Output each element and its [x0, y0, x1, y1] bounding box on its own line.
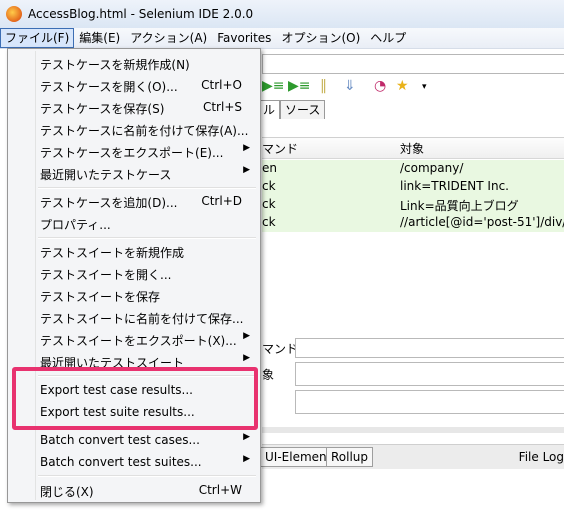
menu-item-save-testcase-as[interactable]: テストケースに名前を付けて保存(A)... [10, 118, 258, 140]
row-command: ck [262, 215, 276, 229]
menu-edit[interactable]: 編集(E) [74, 29, 125, 47]
menu-separator [38, 237, 256, 239]
window-title: AccessBlog.html - Selenium IDE 2.0.0 [28, 7, 254, 21]
menu-item-label: 閉じる(X) [40, 485, 94, 499]
firefox-icon [6, 6, 22, 22]
step-icon[interactable]: ⇓ [344, 78, 356, 94]
menu-item-label: プロパティ... [40, 218, 111, 232]
menu-item-label: テストケースを開く(O)... [40, 80, 178, 94]
menu-item-open-testcase[interactable]: テストケースを開く(O)... Ctrl+O [10, 74, 258, 96]
table-row[interactable]: ck //article[@id='post-51']/div/... [262, 214, 564, 232]
play-all-icon[interactable]: ▶≡ [262, 78, 285, 94]
file-menu: テストケースを新規作成(N) テストケースを開く(O)... Ctrl+O テス… [7, 48, 261, 503]
command-table: マンド 対象 en /company/ ck link=TRIDENT Inc.… [262, 137, 564, 330]
menu-item-export-testcase[interactable]: テストケースをエクスポート(E)... ▶ [10, 140, 258, 162]
menu-item-label: 最近開いたテストケース [40, 168, 172, 182]
target-input[interactable] [295, 362, 564, 386]
log-tabs: UI-Element Rollup File Log [260, 444, 564, 469]
splitter[interactable] [262, 427, 564, 433]
menu-item-label: テストスイートをエクスポート(X)... [40, 334, 237, 348]
star-icon[interactable]: ★ [396, 78, 409, 94]
menu-actions[interactable]: アクション(A) [125, 29, 212, 47]
menu-item-save-testsuite[interactable]: テストスイートを保存 [10, 284, 258, 306]
base-url-input[interactable] [262, 54, 564, 74]
menu-item-batch-convert-testcases[interactable]: Batch convert test cases... ▶ [10, 429, 258, 451]
menu-item-save-testcase[interactable]: テストケースを保存(S) Ctrl+S [10, 96, 258, 118]
row-command: ck [262, 179, 276, 193]
menu-item-label: テストケースを追加(D)... [40, 196, 178, 210]
toolbar: ▶≡ ▶≡ ‖ ⇓ ◔ ★ ▾ [262, 76, 564, 98]
menu-item-shortcut: Ctrl+D [201, 194, 242, 208]
menu-item-new-testcase[interactable]: テストケースを新規作成(N) [10, 52, 258, 74]
column-command[interactable]: マンド [262, 140, 298, 157]
menu-item-new-testsuite[interactable]: テストスイートを新規作成 [10, 240, 258, 262]
menu-item-label: Batch convert test suites... [40, 455, 202, 469]
submenu-arrow-icon: ▶ [243, 432, 250, 442]
row-command: ck [262, 197, 276, 211]
highlight-box [12, 367, 258, 430]
menu-item-shortcut: Ctrl+O [201, 78, 242, 92]
row-target: Link=品質向上ブログ [400, 199, 519, 213]
menu-item-export-testsuite[interactable]: テストスイートをエクスポート(X)... ▶ [10, 328, 258, 350]
submenu-arrow-icon: ▶ [243, 454, 250, 464]
rollup-icon[interactable]: ◔ [374, 78, 386, 94]
menu-favorites[interactable]: Favorites [212, 29, 276, 47]
table-row[interactable]: en /company/ [262, 160, 564, 178]
row-target: /company/ [400, 161, 464, 175]
pause-icon[interactable]: ‖ [320, 78, 327, 94]
tab-table[interactable]: ル [258, 100, 281, 119]
command-field-label: マンド [262, 342, 299, 356]
submenu-arrow-icon: ▶ [243, 165, 250, 175]
menu-help[interactable]: ヘルプ [365, 29, 411, 47]
menu-item-label: テストスイートを保存 [40, 290, 161, 304]
menu-item-open-testsuite[interactable]: テストスイートを開く... [10, 262, 258, 284]
tab-ui-element[interactable]: UI-Element [260, 447, 337, 467]
menu-separator [38, 187, 256, 189]
value-input[interactable] [295, 390, 564, 414]
column-target[interactable]: 対象 [400, 140, 424, 157]
menu-item-label: テストケースを新規作成(N) [40, 58, 190, 72]
tab-rollup[interactable]: Rollup [326, 447, 374, 467]
menu-file[interactable]: ファイル(F) [0, 28, 75, 48]
menu-item-close[interactable]: 閉じる(X) Ctrl+W [10, 479, 258, 501]
menu-item-label: テストスイートを開く... [40, 268, 172, 282]
command-input[interactable] [295, 338, 564, 358]
submenu-arrow-icon: ▶ [243, 353, 250, 363]
menu-bar: ファイル(F) 編集(E) アクション(A) Favorites オプション(O… [0, 28, 564, 49]
menu-separator [38, 475, 256, 477]
menu-item-properties[interactable]: プロパティ... [10, 212, 258, 234]
menu-item-shortcut: Ctrl+S [202, 100, 242, 114]
editor-tabs: ル ソース [258, 100, 564, 120]
menu-item-label: テストスイートに名前を付けて保存... [40, 312, 244, 326]
menu-item-recent-testcases[interactable]: 最近開いたテストケース ▶ [10, 162, 258, 184]
file-log-label[interactable]: File Log [519, 450, 564, 464]
menu-item-batch-convert-testsuites[interactable]: Batch convert test suites... ▶ [10, 451, 258, 473]
menu-item-label: Batch convert test cases... [40, 433, 200, 447]
table-header: マンド 対象 [262, 138, 564, 159]
submenu-arrow-icon: ▶ [243, 143, 250, 153]
row-command: en [262, 161, 277, 175]
target-field-label: 象 [262, 368, 275, 382]
menu-item-add-testcase[interactable]: テストケースを追加(D)... Ctrl+D [10, 190, 258, 212]
menu-options[interactable]: オプション(O) [276, 29, 365, 47]
menu-item-label: テストケースをエクスポート(E)... [40, 146, 224, 160]
title-bar: AccessBlog.html - Selenium IDE 2.0.0 [0, 0, 564, 28]
menu-item-label: テストスイートを新規作成 [40, 246, 185, 260]
dropdown-arrow-icon[interactable]: ▾ [422, 82, 427, 92]
submenu-arrow-icon: ▶ [243, 331, 250, 341]
table-row[interactable]: ck Link=品質向上ブログ [262, 196, 564, 214]
menu-item-label: テストケースを保存(S) [40, 102, 165, 116]
row-target: //article[@id='post-51']/div/... [400, 215, 564, 229]
menu-item-shortcut: Ctrl+W [198, 483, 242, 497]
menu-item-save-testsuite-as[interactable]: テストスイートに名前を付けて保存... [10, 306, 258, 328]
table-row[interactable]: ck link=TRIDENT Inc. [262, 178, 564, 196]
menu-item-label: テストケースに名前を付けて保存(A)... [40, 124, 249, 138]
play-current-icon[interactable]: ▶≡ [288, 78, 311, 94]
row-target: link=TRIDENT Inc. [400, 179, 509, 193]
tab-source[interactable]: ソース [280, 100, 326, 119]
